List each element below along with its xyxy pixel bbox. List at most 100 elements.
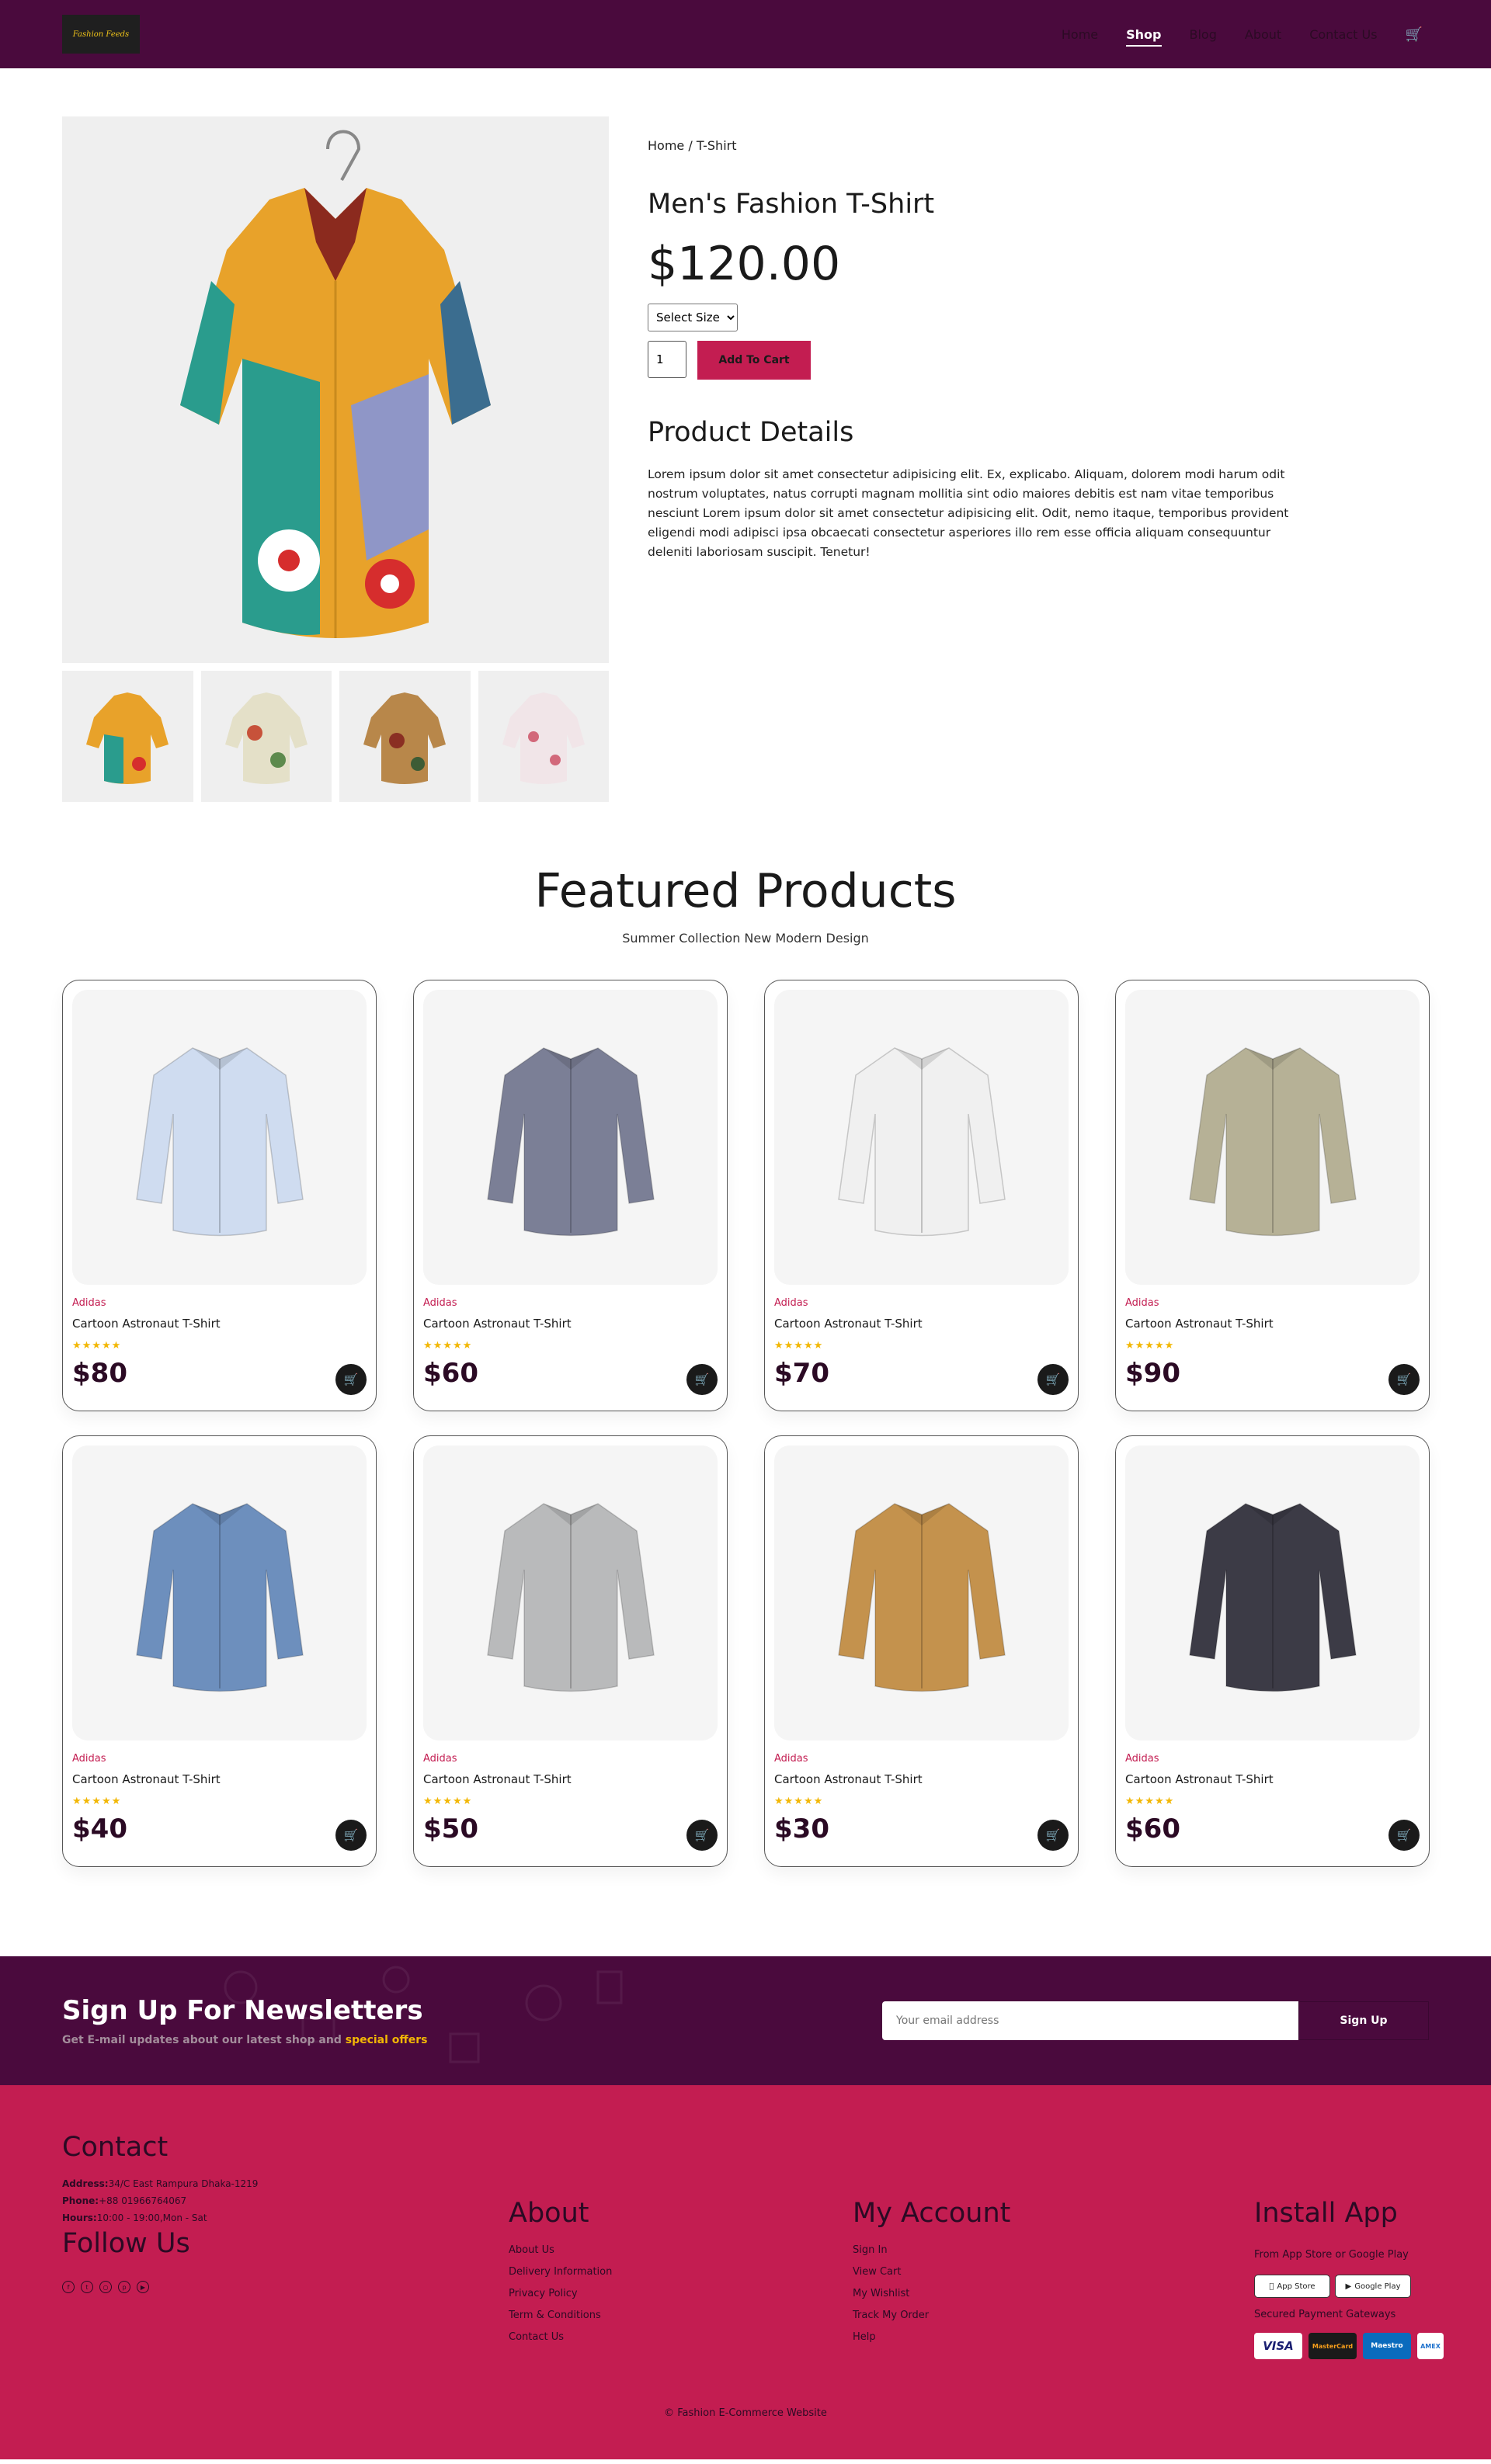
google-play-button[interactable]: ▶ Google Play	[1335, 2275, 1411, 2298]
product-details-heading: Product Details	[648, 417, 854, 448]
nav-link-home[interactable]: Home	[1062, 27, 1098, 42]
product-name: Cartoon Astronaut T-Shirt	[423, 1772, 572, 1786]
pinterest-icon[interactable]: p	[118, 2281, 130, 2293]
product-title: Men's Fashion T-Shirt	[648, 189, 935, 220]
top-navbar: Fashion Feeds Home Shop Blog About Conta…	[0, 0, 1491, 68]
facebook-icon[interactable]: f	[62, 2281, 75, 2293]
follow-heading: Follow Us	[62, 2228, 190, 2259]
product-gallery	[62, 116, 609, 802]
product-brand: Adidas	[1125, 1297, 1159, 1309]
product-card[interactable]: Adidas Cartoon Astronaut T-Shirt ★★★★★ $70 🛒	[764, 980, 1079, 1411]
product-card[interactable]: Adidas Cartoon Astronaut T-Shirt ★★★★★ $60 🛒	[413, 980, 728, 1411]
sign-up-button[interactable]: Sign Up	[1298, 2001, 1429, 2040]
product-image	[1125, 1445, 1420, 1740]
nav-link-blog[interactable]: Blog	[1190, 27, 1217, 42]
email-input[interactable]	[882, 2001, 1298, 2040]
rating-stars: ★★★★★	[423, 1796, 473, 1807]
install-heading: Install App	[1254, 2198, 1398, 2229]
rating-stars: ★★★★★	[1125, 1796, 1175, 1807]
product-brand: Adidas	[1125, 1753, 1159, 1765]
product-card-price: $50	[423, 1813, 478, 1845]
footer-link-help[interactable]: Help	[853, 2331, 1010, 2343]
product-brand: Adidas	[774, 1297, 808, 1309]
product-card[interactable]: Adidas Cartoon Astronaut T-Shirt ★★★★★ $80 🛒	[62, 980, 377, 1411]
cart-icon[interactable]: 🛒	[335, 1364, 367, 1395]
thumbnail-1[interactable]	[62, 671, 193, 802]
product-image	[774, 1445, 1069, 1740]
product-card-price: $80	[72, 1358, 127, 1389]
footer-link-track-order[interactable]: Track My Order	[853, 2310, 1010, 2321]
payment-text: Secured Payment Gateways	[1254, 2309, 1396, 2320]
rating-stars: ★★★★★	[1125, 1340, 1175, 1352]
product-card[interactable]: Adidas Cartoon Astronaut T-Shirt ★★★★★ $30 🛒	[764, 1435, 1079, 1867]
product-name: Cartoon Astronaut T-Shirt	[72, 1317, 221, 1331]
nav-link-contact[interactable]: Contact Us	[1309, 27, 1377, 42]
add-to-cart-button[interactable]: Add To Cart	[697, 341, 811, 380]
product-name: Cartoon Astronaut T-Shirt	[72, 1772, 221, 1786]
featured-heading: Featured Products	[534, 864, 957, 918]
instagram-icon[interactable]: ○	[99, 2281, 112, 2293]
footer-link-sign-in[interactable]: Sign In	[853, 2244, 1010, 2256]
product-card[interactable]: Adidas Cartoon Astronaut T-Shirt ★★★★★ $40 🛒	[62, 1435, 377, 1867]
product-card[interactable]: Adidas Cartoon Astronaut T-Shirt ★★★★★ $50 🛒	[413, 1435, 728, 1867]
nav-link-shop[interactable]: Shop	[1126, 27, 1162, 47]
product-name: Cartoon Astronaut T-Shirt	[774, 1317, 923, 1331]
twitter-icon[interactable]: t	[81, 2281, 93, 2293]
play-icon: ▶	[1345, 2282, 1352, 2291]
footer-install: Install App From App Store or Google Pla…	[1254, 2198, 1444, 2359]
copyright: © Fashion E-Commerce Website	[664, 2407, 827, 2419]
apple-icon: 	[1269, 2282, 1274, 2291]
cart-icon[interactable]: 🛒	[686, 1820, 718, 1851]
product-price: $120.00	[648, 237, 841, 291]
nav-link-about[interactable]: About	[1245, 27, 1281, 42]
site-logo[interactable]: Fashion Feeds	[62, 15, 140, 54]
shirt-illustration	[1188, 1503, 1357, 1692]
cart-icon[interactable]: 🛒	[1388, 1364, 1420, 1395]
product-name: Cartoon Astronaut T-Shirt	[1125, 1772, 1274, 1786]
footer-link-privacy[interactable]: Privacy Policy	[509, 2288, 612, 2299]
footer-link-wishlist[interactable]: My Wishlist	[853, 2288, 1010, 2299]
footer-link-contact[interactable]: Contact Us	[509, 2331, 612, 2343]
contact-hours: Hours:10:00 - 19:00,Mon - Sat	[62, 2212, 258, 2223]
cart-icon[interactable]: 🛒	[1037, 1820, 1069, 1851]
product-card[interactable]: Adidas Cartoon Astronaut T-Shirt ★★★★★ $90 🛒	[1115, 980, 1430, 1411]
newsletter-form: Sign Up	[882, 2001, 1429, 2040]
address-value: 34/C East Rampura Dhaka-1219	[108, 2178, 259, 2189]
footer-link-about-us[interactable]: About Us	[509, 2244, 612, 2256]
cart-icon[interactable]: 🛒	[335, 1820, 367, 1851]
contact-phone: Phone:+88 01966764067	[62, 2195, 258, 2206]
footer-contact: Contact Address:34/C East Rampura Dhaka-…	[62, 2132, 258, 2293]
featured-products: Featured Products Summer Collection New …	[0, 864, 1491, 946]
shirt-illustration	[486, 1047, 655, 1237]
cart-icon[interactable]: 🛒	[686, 1364, 718, 1395]
featured-subheading: Summer Collection New Modern Design	[622, 931, 869, 946]
footer-link-delivery[interactable]: Delivery Information	[509, 2266, 612, 2278]
cart-icon[interactable]: 🛒	[1388, 1820, 1420, 1851]
cart-icon[interactable]: 🛒	[1037, 1364, 1069, 1395]
youtube-icon[interactable]: ▶	[137, 2281, 149, 2293]
quantity-input[interactable]	[648, 341, 686, 378]
cart-icon[interactable]: 🛒	[1406, 26, 1423, 43]
thumbnail-2[interactable]	[200, 671, 332, 802]
shirt-illustration	[837, 1503, 1006, 1692]
maestro-icon: Maestro	[1363, 2333, 1411, 2359]
thumbnail-3[interactable]	[339, 671, 471, 802]
address-label: Address:	[62, 2178, 109, 2189]
size-select[interactable]: Select SizeXLXXLSmallLarge	[648, 304, 738, 331]
product-card[interactable]: Adidas Cartoon Astronaut T-Shirt ★★★★★ $60 🛒	[1115, 1435, 1430, 1867]
about-heading: About	[509, 2198, 589, 2229]
store-buttons: App Store ▶Google Play	[1254, 2275, 1444, 2298]
thumbnail-4[interactable]	[478, 671, 609, 802]
amex-icon: AMEX	[1417, 2333, 1444, 2359]
newsletter-text: Sign Up For Newsletters Get E-mail updat…	[62, 1995, 428, 2046]
app-store-button[interactable]: App Store	[1254, 2275, 1330, 2298]
footer-link-view-cart[interactable]: View Cart	[853, 2266, 1010, 2278]
product-image	[1125, 990, 1420, 1285]
footer-link-terms[interactable]: Term & Conditions	[509, 2310, 612, 2321]
product-name: Cartoon Astronaut T-Shirt	[774, 1772, 923, 1786]
product-card-price: $60	[1125, 1813, 1180, 1845]
product-card-price: $40	[72, 1813, 127, 1845]
product-brand: Adidas	[774, 1753, 808, 1765]
contact-heading: Contact	[62, 2132, 169, 2163]
product-grid: Adidas Cartoon Astronaut T-Shirt ★★★★★ $80 🛒…	[0, 980, 1491, 1867]
